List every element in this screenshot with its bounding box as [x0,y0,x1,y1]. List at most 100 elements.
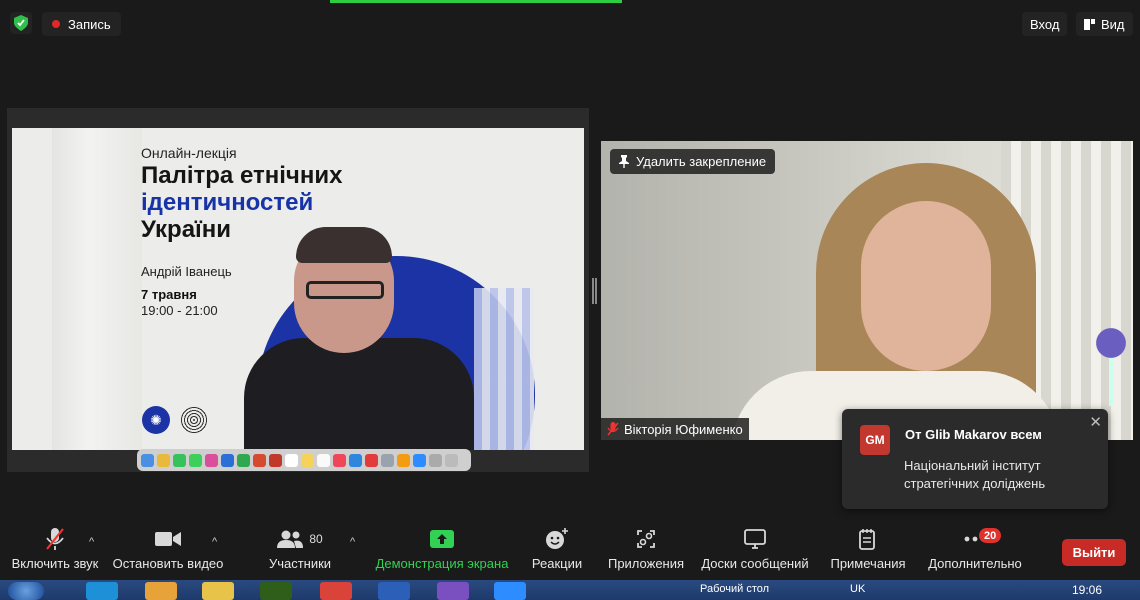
slide-time: 19:00 - 21:00 [141,303,218,318]
leave-button[interactable]: Выйти [1062,539,1126,566]
participant-name: Вікторія Юфименко [624,421,743,437]
participants-label: Участники [268,556,332,571]
music-icon[interactable] [333,453,346,467]
slide-date: 7 травня [141,287,197,302]
facetime-icon[interactable] [173,453,186,467]
shared-screen: Онлайн-лекція Палітра етнічних ідентично… [7,108,589,472]
share-indicator-line [330,0,622,3]
windows-taskbar: Рабочий стол UK 19:06 [0,580,1140,600]
dreamweaver-icon[interactable] [260,582,292,600]
unmute-label: Включить звук [11,556,99,571]
video-options-chevron-icon[interactable]: ^ [212,536,217,548]
trash-icon[interactable] [445,453,458,467]
slide-stripes [474,288,534,450]
zoom-icon[interactable] [494,582,526,600]
safari-icon[interactable] [349,453,362,467]
explorer-icon[interactable] [202,582,234,600]
skype-icon[interactable] [86,582,118,600]
top-bar: Запись Вход Вид [0,0,1140,46]
chat-message: Національний інститут стратегічних долід… [904,458,1046,491]
record-label: Запись [68,16,111,32]
word-icon[interactable] [378,582,410,600]
chrome-icon[interactable] [157,453,170,467]
security-shield-icon[interactable] [10,12,32,34]
unpin-button[interactable]: Удалить закрепление [610,149,776,174]
share-screen-button[interactable]: Демонстрация экрана [376,522,508,580]
word-icon[interactable] [221,453,234,467]
apps-label: Приложения [607,556,685,571]
signin-label: Вход [1030,16,1060,32]
slide-title-line1: Палітра етнічних [141,162,343,189]
start-button-icon[interactable] [8,582,44,600]
share-screen-icon [430,530,454,548]
institute-logo-icon: ✺ [142,406,170,434]
partner-logo-icon [180,406,208,434]
audio-options-chevron-icon[interactable]: ^ [89,536,94,548]
whiteboards-button[interactable]: Доски сообщений [700,522,810,580]
lecturer-hair [296,227,392,263]
chat-sender: От Glib Makarov всем [905,427,1042,442]
calendar-icon[interactable] [285,453,298,467]
desktop-label[interactable]: Рабочий стол [700,583,769,595]
unpin-label: Удалить закрепление [636,154,767,169]
messages-icon[interactable] [189,453,202,467]
participants-button[interactable]: 80 Участники [268,522,332,580]
muted-mic-icon [607,422,619,436]
view-button[interactable]: Вид [1076,12,1133,36]
close-icon[interactable]: ✕ [1089,413,1102,431]
pin-icon [619,155,629,168]
view-grid-icon [1084,18,1095,30]
slide-decoration [52,128,142,450]
more-badge: 20 [979,528,1002,543]
presentation-slide: Онлайн-лекція Палітра етнічних ідентично… [12,128,584,450]
participants-options-chevron-icon[interactable]: ^ [350,536,355,548]
chrome-icon[interactable] [320,582,352,600]
lecturer-glasses [306,281,384,299]
more-label: Дополнительно [928,556,1022,571]
reminders-icon[interactable] [317,453,330,467]
mac-dock [137,449,471,471]
slide-title-line2: ідентичностей [141,189,314,216]
participant-name-tag: Вікторія Юфименко [601,418,749,440]
slide-subtitle: Онлайн-лекція [141,145,237,161]
notes-label: Примечания [830,556,906,571]
viber-icon[interactable] [437,582,469,600]
chat-notification[interactable]: GM От Glib Makarov всем Національний інс… [842,409,1108,509]
photos-icon[interactable] [205,453,218,467]
apps-icon [637,530,655,548]
signin-button[interactable]: Вход [1022,12,1068,36]
downloads-icon[interactable] [429,453,442,467]
notes-button[interactable]: Примечания [828,522,908,580]
whiteboards-label: Доски сообщений [701,556,809,571]
app-icon[interactable] [269,453,282,467]
unmute-button[interactable]: Включить звук [10,522,100,580]
slide-author: Андрій Іванець [141,264,232,279]
recording-indicator[interactable]: Запись [42,12,121,36]
stop-video-label: Остановить видео [112,556,224,571]
acrobat-icon[interactable] [365,453,378,467]
notes-icon [859,529,875,550]
finder-icon[interactable] [141,453,154,467]
whiteboard-icon [744,529,766,549]
apps-button[interactable]: Приложения [604,522,688,580]
reactions-button[interactable]: Реакции [528,522,586,580]
zoom-icon[interactable] [413,453,426,467]
app-icon[interactable] [145,582,177,600]
language-indicator[interactable]: UK [850,583,865,595]
stop-video-button[interactable]: Остановить видео [112,522,224,580]
meeting-toolbar: Включить звук ^ Остановить видео ^ 80 Уч… [0,522,1140,580]
clock: 19:06 [1072,583,1103,597]
excel-icon[interactable] [237,453,250,467]
app-store-icon[interactable] [397,453,410,467]
participants-icon [277,530,304,548]
splitter-handle[interactable] [592,278,597,304]
more-button[interactable]: Дополнительно [926,522,1024,580]
participant-video[interactable]: Удалить закрепление Вікторія Юфименко [601,141,1133,440]
lecturer-body [244,338,474,450]
muted-mic-icon [46,528,64,550]
preview-icon[interactable] [381,453,394,467]
video-camera-icon [155,532,181,546]
video-flower [1091,316,1131,406]
notes-icon[interactable] [301,453,314,467]
powerpoint-icon[interactable] [253,453,266,467]
